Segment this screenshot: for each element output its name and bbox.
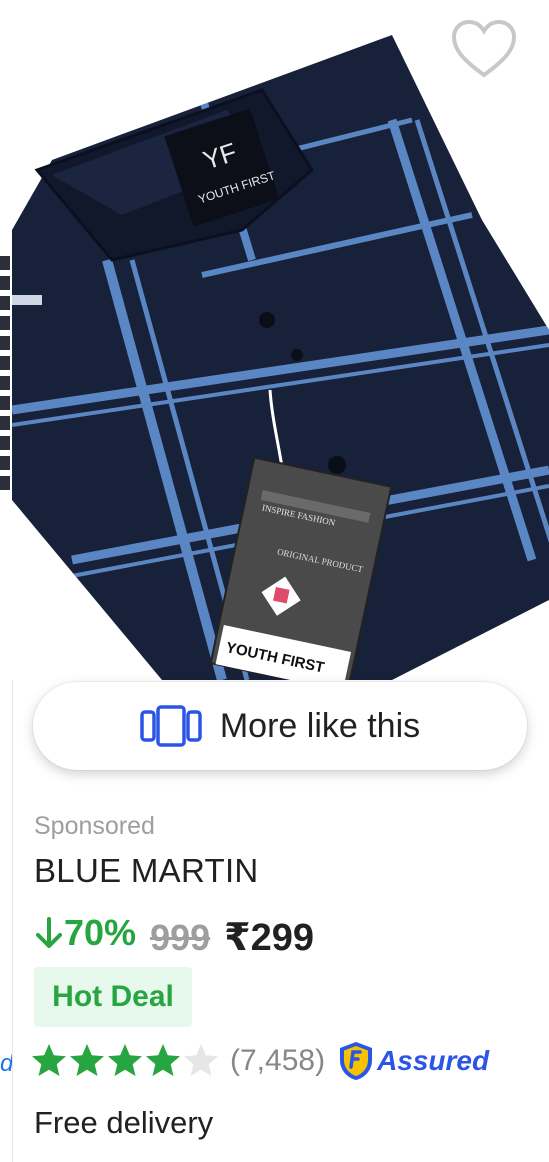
selling-price: ₹299 (224, 917, 314, 959)
rating-stars (30, 1042, 220, 1080)
rating-row: (7,458) Assured (30, 1040, 489, 1082)
more-like-this-button[interactable]: More like this (33, 682, 527, 770)
product-brand[interactable]: BLUE MARTIN (34, 852, 259, 890)
previous-card-image-edge (0, 250, 10, 490)
delivery-info: Free delivery (34, 1105, 214, 1140)
hot-deal-label: Hot Deal (52, 980, 174, 1013)
similar-cards-icon (140, 705, 202, 747)
star-filled-icon (70, 1044, 104, 1076)
star-filled-icon (32, 1044, 66, 1076)
discount-badge: 70% (34, 912, 136, 954)
wishlist-button[interactable] (449, 18, 519, 82)
discount-percent: 70% (64, 912, 137, 953)
price-row: 70% 999 ₹299 (34, 912, 314, 960)
original-price: 999 (150, 917, 211, 958)
star-filled-icon (146, 1044, 180, 1076)
assured-shield-icon (340, 1042, 373, 1080)
previous-card-text-edge: d (0, 1050, 13, 1077)
assured-badge: Assured (337, 1040, 489, 1082)
assured-label: Assured (377, 1045, 490, 1076)
shirt-illustration: YF YOUTH FIRST INSPIRE FASHION ORIGINAL … (12, 35, 549, 680)
arrow-down-icon (36, 917, 62, 948)
more-like-this-label: More like this (219, 706, 421, 745)
hot-deal-badge: Hot Deal (34, 967, 192, 1027)
product-image[interactable]: YF YOUTH FIRST INSPIRE FASHION ORIGINAL … (12, 0, 549, 680)
heart-icon (451, 19, 517, 78)
star-filled-icon (108, 1044, 142, 1076)
star-empty-icon (184, 1044, 218, 1076)
sponsored-label: Sponsored (34, 812, 155, 840)
rating-count: (7,458) (230, 1044, 326, 1077)
